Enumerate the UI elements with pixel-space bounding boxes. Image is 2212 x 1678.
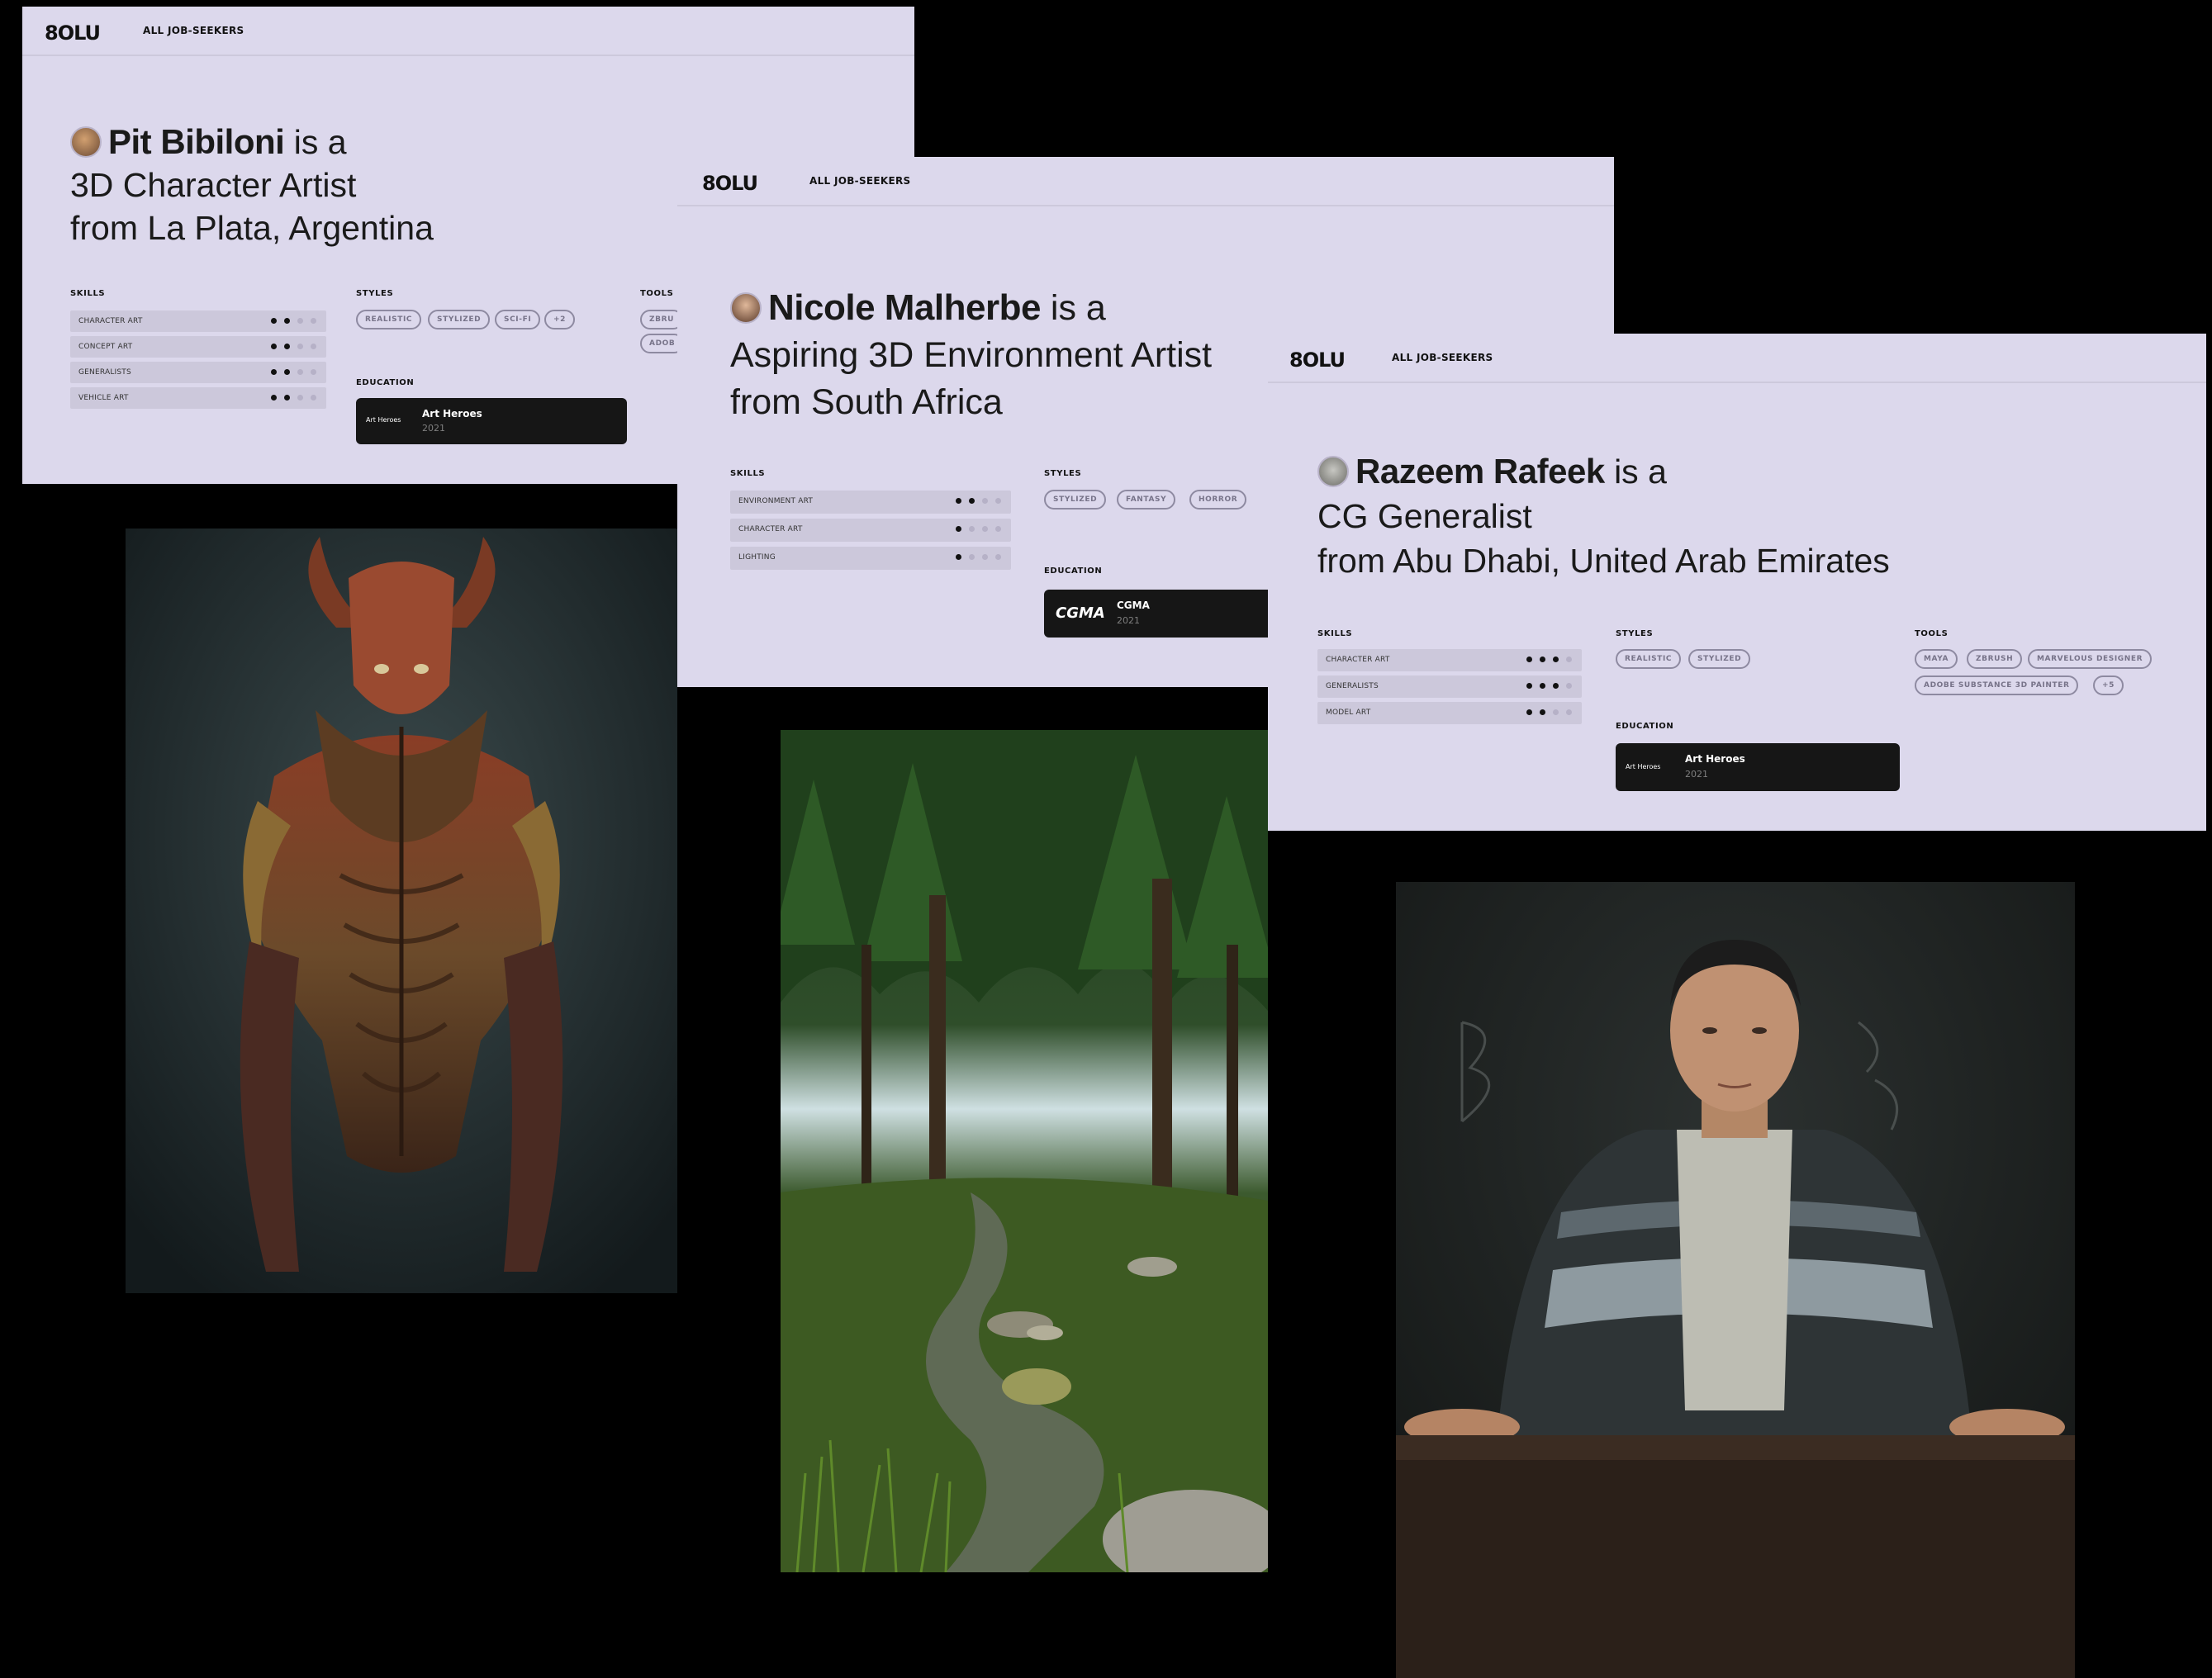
school-year: 2021 [1117, 615, 1140, 626]
school-year: 2021 [1685, 769, 1708, 780]
top-nav: 8OLU ALL JOB-SEEKERS [1268, 334, 2206, 383]
styles-label: STYLES [1616, 629, 1654, 638]
nav-all-job-seekers[interactable]: ALL JOB-SEEKERS [1392, 352, 1493, 363]
nav-all-job-seekers[interactable]: ALL JOB-SEEKERS [809, 175, 910, 187]
skill-level [271, 344, 316, 349]
profile-headline: Nicole Malherbe is a Aspiring 3D Environ… [730, 284, 1212, 426]
skill-level [271, 395, 316, 401]
style-tag[interactable]: HORROR [1189, 490, 1247, 510]
avatar[interactable] [1317, 456, 1349, 487]
skill-row: CHARACTER ART [70, 310, 326, 332]
skill-level [271, 369, 316, 375]
skill-level [956, 554, 1001, 560]
style-tag[interactable]: REALISTIC [1616, 649, 1682, 669]
profile-name[interactable]: Razeem Rafeek [1355, 452, 1605, 491]
style-tag[interactable]: STYLIZED [428, 310, 491, 329]
profile-card-razeem-rafeek: 8OLU ALL JOB-SEEKERS Razeem Rafeek is a … [1268, 334, 2206, 831]
school-logo: CGMA [1056, 604, 1105, 622]
creature-artwork [126, 529, 677, 1293]
profile-name[interactable]: Pit Bibiloni [108, 122, 285, 161]
style-more-tag[interactable]: +2 [544, 310, 576, 329]
skill-row: MODEL ART [1317, 702, 1582, 724]
profile-headline: Pit Bibiloni is a 3D Character Artist fr… [70, 121, 434, 249]
top-nav: 8OLU ALL JOB-SEEKERS [677, 157, 1614, 206]
education-label: EDUCATION [356, 378, 415, 387]
tool-more-tag[interactable]: +5 [2093, 675, 2124, 695]
profile-role: 3D Character Artist [70, 166, 357, 204]
styles-label: STYLES [1044, 469, 1082, 478]
skill-level [1526, 657, 1572, 662]
skill-level [956, 526, 1001, 532]
skills-label: SKILLS [1317, 629, 1353, 638]
skills-label: SKILLS [730, 469, 766, 478]
school-name: Art Heroes [422, 408, 482, 420]
forest-stream-artwork [781, 730, 1268, 1572]
style-tag[interactable]: REALISTIC [356, 310, 422, 329]
school-logo: Art Heroes [1626, 763, 1661, 770]
avatar[interactable] [730, 292, 762, 324]
tool-tag[interactable]: MAYA [1915, 649, 1958, 669]
nav-all-job-seekers[interactable]: ALL JOB-SEEKERS [143, 25, 244, 36]
profile-name[interactable]: Nicole Malherbe [768, 287, 1041, 328]
education-label: EDUCATION [1616, 722, 1674, 731]
brand-logo[interactable]: 8OLU [45, 21, 101, 45]
skill-row: ENVIRONMENT ART [730, 491, 1011, 514]
style-tag[interactable]: STYLIZED [1688, 649, 1751, 669]
profile-location: from La Plata, Argentina [70, 209, 434, 247]
brand-logo[interactable]: 8OLU [702, 172, 758, 195]
skill-row: GENERALISTS [1317, 675, 1582, 698]
brand-logo[interactable]: 8OLU [1289, 348, 1346, 372]
tool-tag[interactable]: ZBRUSH [1967, 649, 2023, 669]
school-logo: Art Heroes [366, 416, 401, 424]
style-tag[interactable]: FANTASY [1117, 490, 1176, 510]
education-label: EDUCATION [1044, 566, 1103, 576]
skill-row: CHARACTER ART [1317, 649, 1582, 671]
school-year: 2021 [422, 423, 445, 434]
skill-level [1526, 709, 1572, 715]
skill-level [956, 498, 1001, 504]
skill-row: VEHICLE ART [70, 387, 326, 409]
skill-row: GENERALISTS [70, 362, 326, 383]
skill-row: CONCEPT ART [70, 336, 326, 358]
skill-level [1526, 683, 1572, 689]
profile-location: from Abu Dhabi, United Arab Emirates [1317, 542, 1890, 580]
style-tag[interactable]: SCI-FI [495, 310, 541, 329]
skill-row: CHARACTER ART [730, 519, 1011, 542]
style-tag[interactable]: STYLIZED [1044, 490, 1107, 510]
tool-tag[interactable]: MARVELOUS DESIGNER [2028, 649, 2153, 669]
skills-label: SKILLS [70, 289, 106, 298]
profile-role: CG Generalist [1317, 497, 1532, 535]
styles-label: STYLES [356, 289, 394, 298]
education-card[interactable]: Art Heroes Art Heroes 2021 [1616, 743, 1900, 791]
avatar[interactable] [70, 126, 102, 158]
portrait-artwork [1396, 882, 2075, 1678]
top-nav: 8OLU ALL JOB-SEEKERS [22, 7, 914, 56]
profile-location: from South Africa [730, 382, 1003, 422]
school-name: Art Heroes [1685, 753, 1745, 765]
skill-row: LIGHTING [730, 547, 1011, 570]
school-name: CGMA [1117, 600, 1150, 611]
tools-label: TOOLS [1915, 629, 1949, 638]
profile-headline: Razeem Rafeek is a CG Generalist from Ab… [1317, 449, 1890, 583]
tool-tag[interactable]: ADOBE SUBSTANCE 3D PAINTER [1915, 675, 2079, 695]
education-card[interactable]: Art Heroes Art Heroes 2021 [356, 398, 627, 444]
skill-level [271, 318, 316, 324]
tools-label: TOOLS [640, 289, 674, 298]
profile-role: Aspiring 3D Environment Artist [730, 335, 1213, 375]
